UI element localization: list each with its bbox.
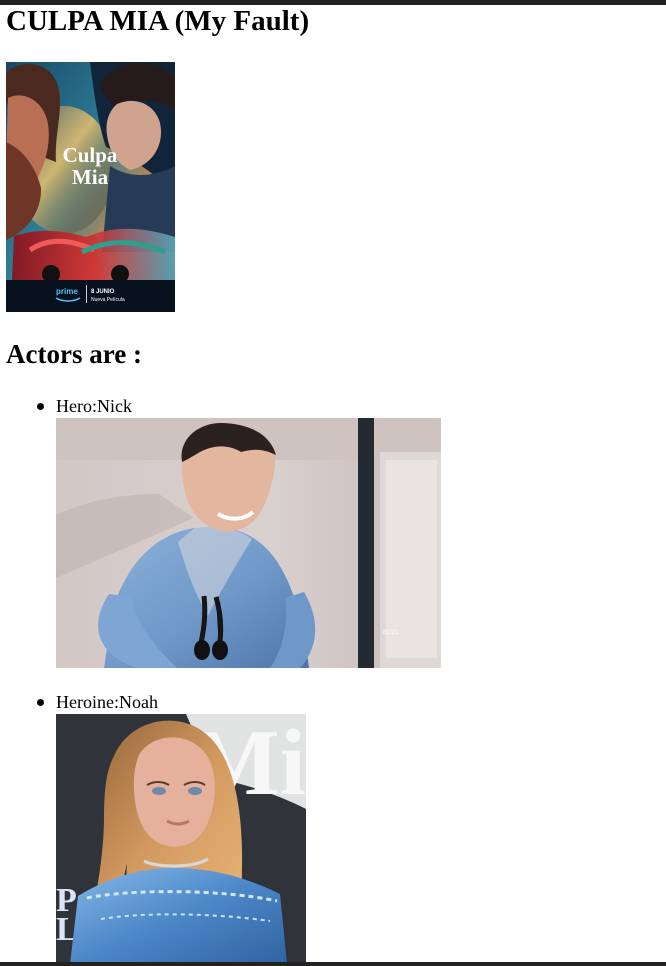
poster-brand-text: prime bbox=[56, 287, 78, 296]
actor-list-item-hero: Hero:Nick BCCL bbox=[37, 395, 441, 668]
heroine-photo-art: Mi Pa La e bbox=[56, 714, 306, 964]
hero-photo-art: BCCL bbox=[56, 418, 441, 668]
poster-date-text: 8 JUNIO bbox=[91, 289, 115, 295]
bottom-edge-bar bbox=[0, 962, 666, 966]
movie-poster: Culpa Mia prime 8 JUNIO Nueva Película bbox=[6, 62, 175, 312]
list-bullet-icon bbox=[37, 699, 44, 706]
actors-section-title: Actors are : bbox=[6, 339, 142, 369]
poster-title-line-2: Mia bbox=[72, 165, 109, 189]
hero-photo-watermark: BCCL bbox=[383, 630, 400, 636]
list-bullet-icon bbox=[37, 403, 44, 410]
poster-title-line-1: Culpa bbox=[63, 143, 118, 167]
actor-label-heroine: Heroine:Noah bbox=[56, 692, 158, 712]
movie-poster-art: Culpa Mia prime 8 JUNIO Nueva Película bbox=[6, 62, 175, 312]
poster-subtitle-text: Nueva Película bbox=[91, 297, 125, 303]
actor-list-item-heroine: Heroine:Noah Mi Pa bbox=[37, 691, 306, 964]
actor-label-hero: Hero:Nick bbox=[56, 396, 132, 416]
heroine-photo: Mi Pa La e bbox=[56, 714, 306, 964]
hero-photo: BCCL bbox=[56, 418, 441, 668]
page-title: CULPA MIA (My Fault) bbox=[6, 5, 310, 37]
